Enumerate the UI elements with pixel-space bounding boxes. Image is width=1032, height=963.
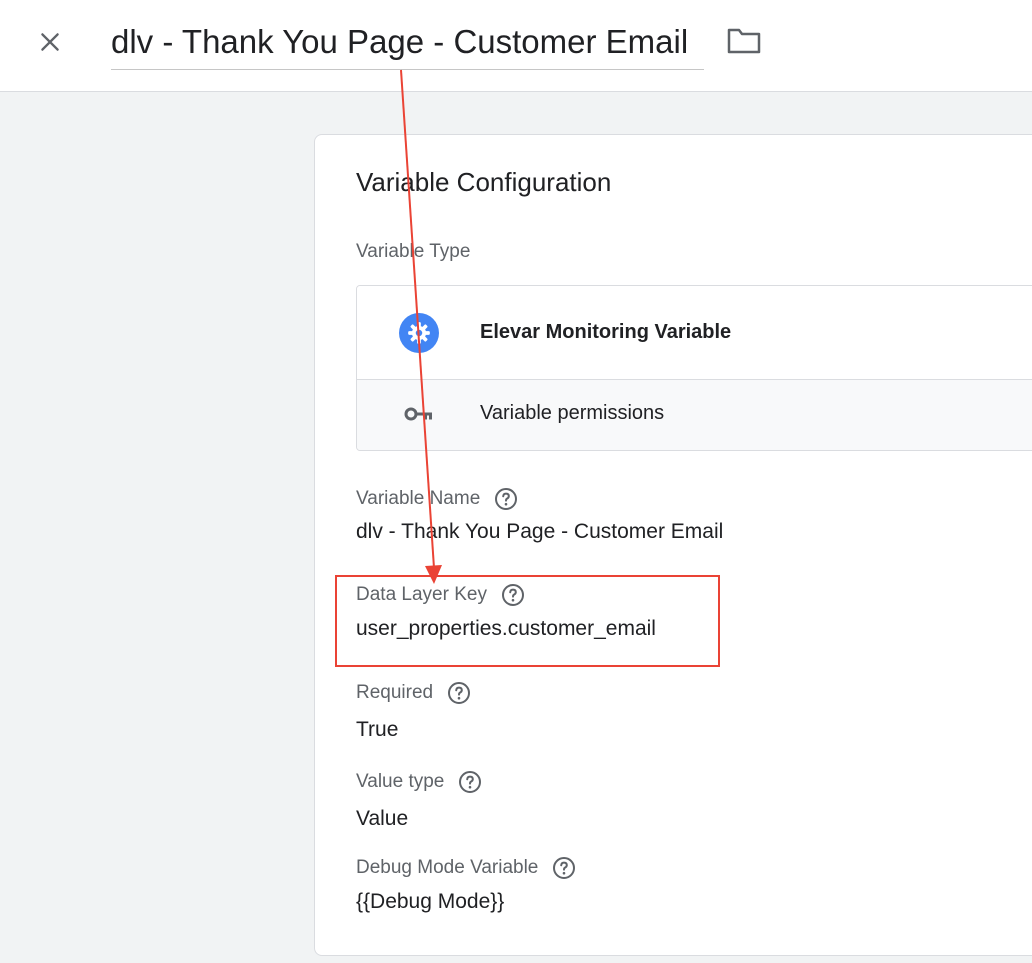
data-layer-key-label: Data Layer Key — [356, 584, 487, 605]
variable-type-label: Variable Type — [356, 241, 471, 262]
help-circle-icon[interactable] — [501, 583, 525, 607]
variable-permissions-row[interactable]: Variable permissions — [357, 380, 1032, 450]
card-title: Variable Configuration — [356, 167, 612, 197]
variable-configuration-card: Variable Configuration Variable Type Ele… — [314, 134, 1032, 956]
value-type-value: Value — [356, 807, 409, 830]
debug-mode-variable-field-label: Debug Mode Variable — [356, 856, 576, 880]
help-circle-icon[interactable] — [447, 681, 471, 705]
close-icon — [41, 33, 59, 51]
value-type-field-label: Value type — [356, 770, 482, 794]
folder-icon — [727, 28, 761, 54]
data-layer-key-value: user_properties.customer_email — [356, 617, 656, 640]
required-field-label: Required — [356, 681, 471, 705]
variable-type-row[interactable]: Elevar Monitoring Variable — [357, 286, 1032, 380]
help-circle-icon[interactable] — [494, 487, 518, 511]
required-label: Required — [356, 682, 434, 703]
debug-mode-variable-value: {{Debug Mode}} — [356, 890, 505, 913]
variable-title-input[interactable] — [111, 14, 704, 70]
data-layer-key-field-label: Data Layer Key — [356, 583, 525, 607]
editor-header — [0, 0, 1032, 92]
close-button[interactable] — [32, 24, 68, 60]
help-circle-icon[interactable] — [458, 770, 482, 794]
variable-permissions-label: Variable permissions — [480, 402, 665, 424]
folder-button[interactable] — [724, 22, 764, 58]
gear-icon — [399, 313, 439, 353]
required-value: True — [356, 718, 399, 741]
help-circle-icon[interactable] — [552, 856, 576, 880]
variable-name-field-label: Variable Name — [356, 487, 518, 511]
key-icon — [404, 407, 432, 421]
debug-mode-variable-label: Debug Mode Variable — [356, 857, 539, 878]
variable-type-name: Elevar Monitoring Variable — [480, 321, 732, 343]
variable-type-selector[interactable]: Elevar Monitoring Variable Variable perm… — [356, 285, 1032, 451]
value-type-label: Value type — [356, 771, 445, 792]
variable-name-value: dlv - Thank You Page - Customer Email — [356, 520, 724, 543]
variable-name-label: Variable Name — [356, 488, 481, 509]
